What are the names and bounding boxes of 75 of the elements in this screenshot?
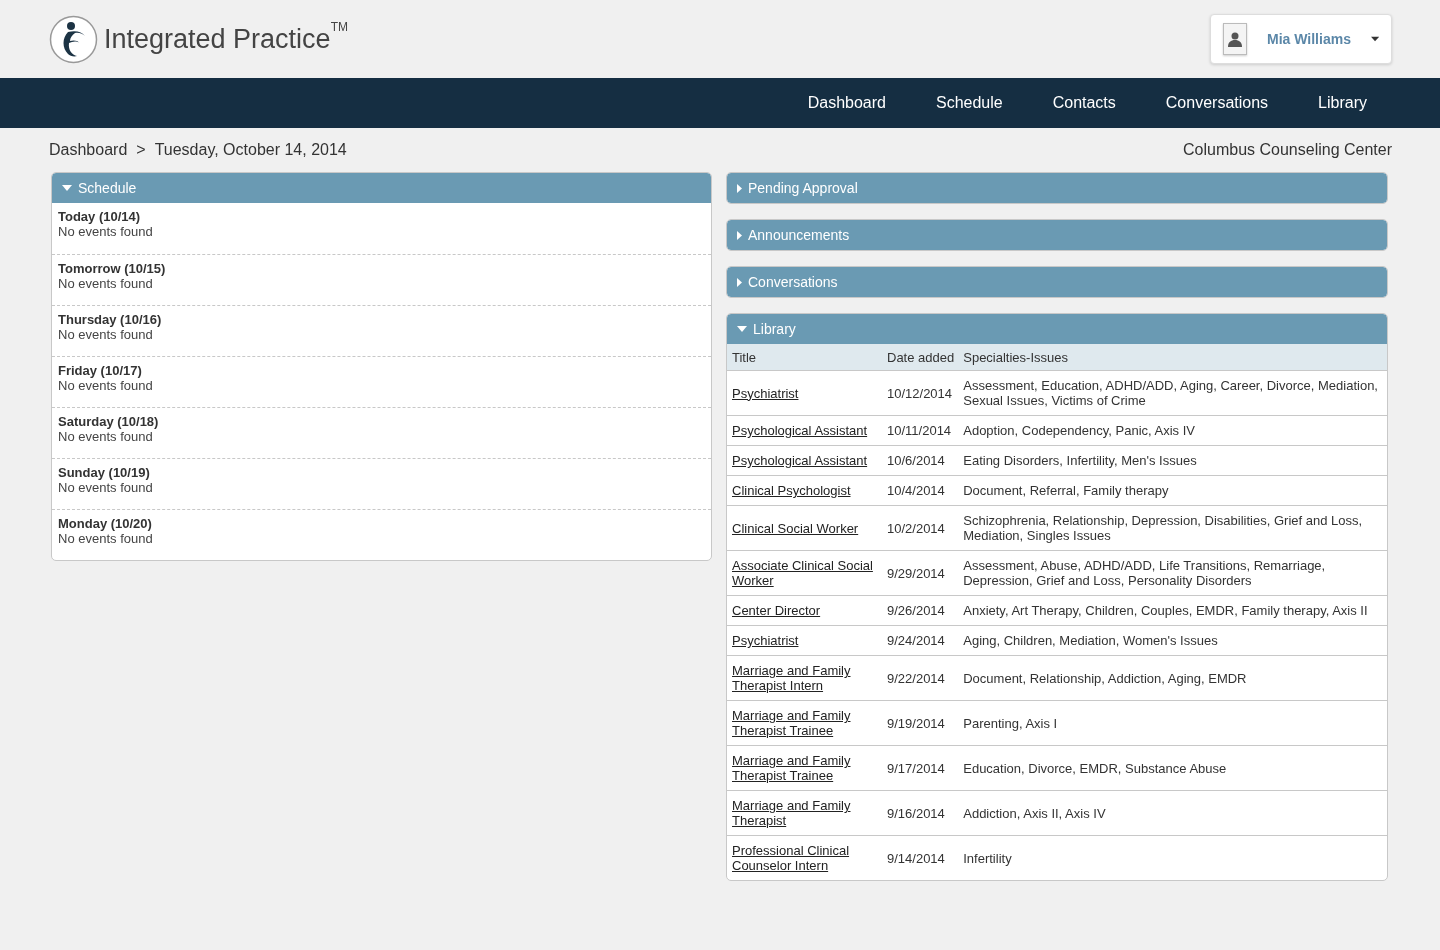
issues-cell: Anxiety, Art Therapy, Children, Couples, EMDR, Family therapy, Axis II xyxy=(958,595,1387,626)
title-link[interactable]: Psychological Assistant xyxy=(732,453,868,468)
date-cell: 9/19/2014 xyxy=(882,700,959,746)
title-link[interactable]: Professional Clinical Counselor Intern xyxy=(732,843,878,873)
issues-cell: Eating Disorders, Infertility, Men's Issues xyxy=(958,445,1387,476)
title-link[interactable]: Marriage and Family Therapist Intern xyxy=(732,663,878,693)
issues-cell: Document, Referral, Family therapy xyxy=(958,475,1387,506)
user-avatar-icon xyxy=(1223,23,1247,55)
day-title: Saturday (10/18) xyxy=(58,414,160,429)
date-cell: 9/24/2014 xyxy=(882,625,959,656)
title-link[interactable]: Clinical Psychologist xyxy=(732,483,851,498)
caret-right-icon xyxy=(737,230,742,240)
breadcrumb-separator: > xyxy=(136,141,146,160)
title-link[interactable]: Psychiatrist xyxy=(732,633,799,648)
nav-link[interactable]: Contacts xyxy=(1027,94,1141,112)
issues-cell: Document, Relationship, Addiction, Aging, EMDR xyxy=(958,655,1387,701)
title-link[interactable]: Marriage and Family Therapist Trainee xyxy=(732,753,878,783)
issues-cell: Parenting, Axis I xyxy=(958,700,1387,746)
issues-cell: Addiction, Axis II, Axis IV xyxy=(958,790,1387,836)
breadcrumb-current: Tuesday, October 14, 2014 xyxy=(154,141,347,160)
date-cell: 10/4/2014 xyxy=(882,475,959,506)
day-title: Friday (10/17) xyxy=(58,363,143,378)
breadcrumb-link[interactable]: Dashboard xyxy=(49,141,128,172)
title-link[interactable]: Center Director xyxy=(732,603,821,618)
day-title: Monday (10/20) xyxy=(58,516,153,531)
caret-right-icon xyxy=(737,277,742,287)
day-title: Tomorrow (10/15) xyxy=(58,261,167,276)
date-cell: 9/29/2014 xyxy=(882,550,959,596)
day-title: Today (10/14) xyxy=(58,209,142,224)
date-cell: 9/26/2014 xyxy=(882,595,959,626)
issues-cell: Assessment, Abuse, ADHD/ADD, Life Transitions, Remarriage, Depression, Grief and Loss, Personality Disorders xyxy=(958,550,1387,596)
user-menu[interactable]: Mia Williams xyxy=(1210,14,1392,64)
column-header: Title xyxy=(727,344,882,371)
day-events: No events found xyxy=(58,378,154,393)
day-events: No events found xyxy=(58,276,154,291)
issues-cell: Education, Divorce, EMDR, Substance Abuse xyxy=(958,745,1387,791)
issues-cell: Infertility xyxy=(958,835,1387,880)
center-name: Columbus Counseling Center xyxy=(1183,141,1392,160)
date-cell: 10/6/2014 xyxy=(882,445,959,476)
title-link[interactable]: Marriage and Family Therapist Trainee xyxy=(732,708,878,738)
date-cell: 9/17/2014 xyxy=(882,745,959,791)
nav-link[interactable]: Schedule xyxy=(910,94,1028,112)
issues-cell: Aging, Children, Mediation, Women's Issues xyxy=(958,625,1387,656)
caret-down-icon xyxy=(62,185,72,191)
day-events: No events found xyxy=(58,429,154,444)
logo-icon xyxy=(49,14,98,64)
day-title: Sunday (10/19) xyxy=(58,465,151,480)
issues-cell: Assessment, Education, ADHD/ADD, Aging, Career, Divorce, Mediation, Sexual Issues, Victims of Crime xyxy=(958,370,1387,416)
day-events: No events found xyxy=(58,480,154,495)
title-link[interactable]: Associate Clinical Social Worker xyxy=(732,558,878,588)
date-cell: 10/12/2014 xyxy=(882,370,959,416)
title-link[interactable]: Clinical Social Worker xyxy=(732,520,859,536)
date-cell: 9/14/2014 xyxy=(882,835,959,880)
date-cell: 9/22/2014 xyxy=(882,655,959,701)
nav-link[interactable]: Conversations xyxy=(1140,94,1294,112)
day-events: No events found xyxy=(58,531,154,546)
column-header: Specialties-Issues xyxy=(958,344,1387,371)
issues-cell: Schizophrenia, Relationship, Depression, Disabilities, Grief and Loss, Mediation, Singles Issues xyxy=(958,505,1387,551)
day-events: No events found xyxy=(58,327,154,342)
date-cell: 10/2/2014 xyxy=(882,505,959,551)
caret-right-icon xyxy=(737,183,742,193)
title-link[interactable]: Marriage and Family Therapist xyxy=(732,798,878,828)
column-header: Date added xyxy=(882,344,959,371)
caret-down-icon xyxy=(1370,36,1379,42)
day-title: Thursday (10/16) xyxy=(58,312,163,327)
day-events: No events found xyxy=(58,224,154,239)
title-link[interactable]: Psychological Assistant xyxy=(732,423,868,438)
date-cell: 10/11/2014 xyxy=(882,415,959,446)
caret-down-icon xyxy=(737,326,747,332)
title-link[interactable]: Psychiatrist xyxy=(732,385,799,401)
date-cell: 9/16/2014 xyxy=(882,790,959,836)
issues-cell: Adoption, Codependency, Panic, Axis IV xyxy=(958,415,1387,446)
app-title: Integrated Practice$^{TM}$ xyxy=(104,23,348,55)
nav-link[interactable]: Dashboard xyxy=(782,94,911,112)
nav-link[interactable]: Library xyxy=(1293,94,1392,112)
